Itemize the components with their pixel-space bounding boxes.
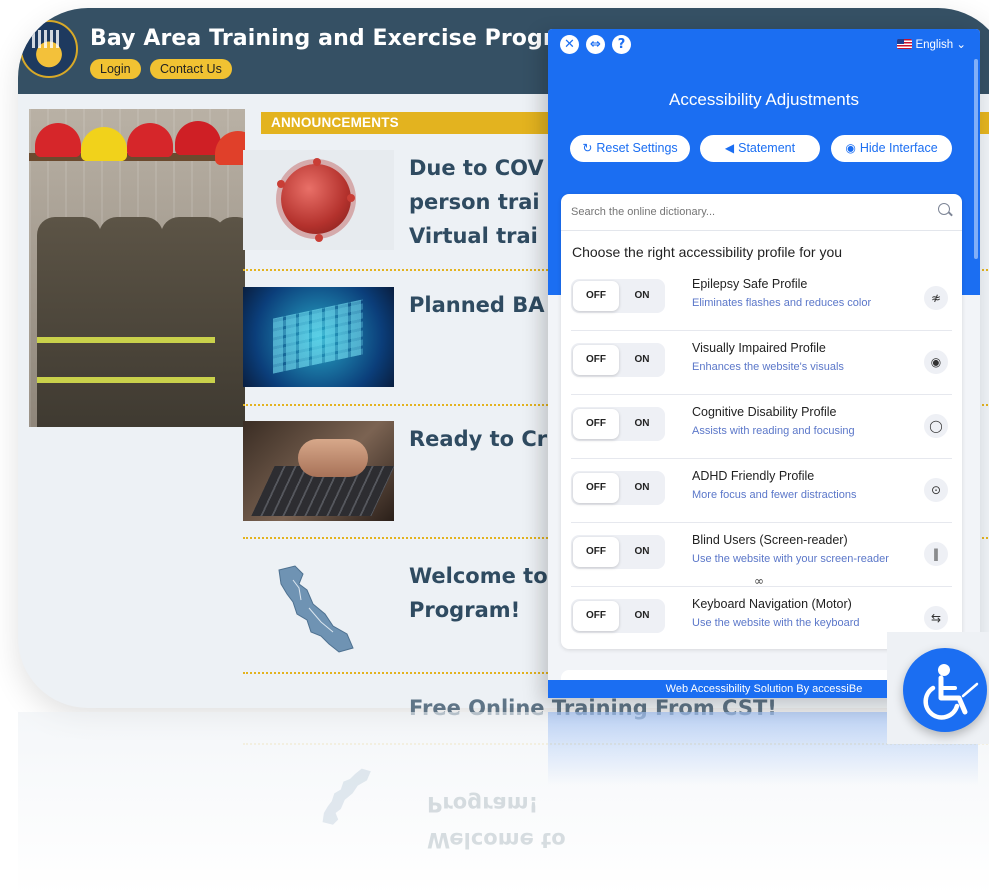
on-option[interactable]: ON xyxy=(619,537,665,567)
statement-button[interactable]: ◀ Statement xyxy=(700,135,820,162)
announcement-title[interactable]: Planned BA xyxy=(409,287,545,323)
move-panel-icon[interactable]: ⇔ xyxy=(586,35,605,54)
on-option[interactable]: ON xyxy=(619,473,665,503)
data-visual-image xyxy=(243,287,394,387)
profile-toggle[interactable]: OFF ON xyxy=(571,535,665,569)
link-icon: ∞ xyxy=(754,574,764,588)
profile-row-epilepsy: OFF ON Epilepsy Safe Profile Eliminates f… xyxy=(571,267,952,331)
contact-us-button[interactable]: Contact Us xyxy=(150,59,232,79)
off-option[interactable]: OFF xyxy=(573,409,619,439)
language-label: English xyxy=(915,39,954,51)
dictionary-search xyxy=(561,194,962,231)
profile-name: Keyboard Navigation (Motor) xyxy=(692,597,852,611)
site-title: Bay Area Training and Exercise Program xyxy=(90,26,592,51)
circle-icon: ◯ xyxy=(924,414,948,438)
on-option[interactable]: ON xyxy=(619,281,665,311)
page: Bay Area Training and Exercise Program L… xyxy=(0,0,989,896)
arrows-icon: ⇆ xyxy=(924,606,948,630)
profiles-heading: Choose the right accessibility profile f… xyxy=(572,244,843,260)
announcement-title[interactable]: Program! xyxy=(409,592,520,628)
profile-name: Visually Impaired Profile xyxy=(692,341,826,355)
off-option[interactable]: OFF xyxy=(573,537,619,567)
reset-label: Reset Settings xyxy=(596,141,678,155)
bay-area-map-image xyxy=(243,556,394,656)
profile-row-adhd: OFF ON ADHD Friendly Profile More focus a… xyxy=(571,459,952,523)
profile-name: Cognitive Disability Profile xyxy=(692,405,837,419)
refresh-icon: ↻ xyxy=(582,141,593,155)
profile-name: ADHD Friendly Profile xyxy=(692,469,815,483)
scrollbar[interactable] xyxy=(974,59,978,259)
announcement-title[interactable]: Welcome to xyxy=(409,558,548,594)
focus-icon: ⊙ xyxy=(924,478,948,502)
panel-title: Accessibility Adjustments xyxy=(669,90,859,109)
profile-row-blind-users: OFF ON Blind Users (Screen-reader) Use th… xyxy=(571,523,952,587)
off-option[interactable]: OFF xyxy=(573,345,619,375)
announcement-title[interactable]: Ready to Cr xyxy=(409,421,547,457)
on-option[interactable]: ON xyxy=(619,409,665,439)
announcement-title[interactable]: Virtual trai xyxy=(409,218,538,254)
firefighter-gear-image xyxy=(29,109,245,427)
announcements-title: ANNOUNCEMENTS xyxy=(271,115,399,130)
site-logo[interactable] xyxy=(20,20,78,78)
profile-toggle[interactable]: OFF ON xyxy=(571,279,665,313)
close-icon[interactable]: ✕ xyxy=(560,35,579,54)
profile-row-cognitive: OFF ON Cognitive Disability Profile Assis… xyxy=(571,395,952,459)
on-option[interactable]: ON xyxy=(619,345,665,375)
profile-description: Use the website with your screen-reader xyxy=(692,553,889,565)
eye-icon: ◉ xyxy=(845,141,856,155)
page-reflection: Program! Welcome to xyxy=(18,712,989,896)
megaphone-icon: ◀ xyxy=(724,141,735,155)
profile-toggle[interactable]: OFF ON xyxy=(571,599,665,633)
off-option[interactable]: OFF xyxy=(573,601,619,631)
search-icon[interactable] xyxy=(938,203,950,215)
reset-settings-button[interactable]: ↻ Reset Settings xyxy=(570,135,690,162)
coronavirus-image xyxy=(243,150,394,250)
language-selector[interactable]: English ⌄ xyxy=(897,37,966,51)
accessibility-panel: ✕ ⇔ ? English ⌄ Accessibility Adjustment… xyxy=(548,29,980,698)
profile-toggle[interactable]: OFF ON xyxy=(571,407,665,441)
off-option[interactable]: OFF xyxy=(573,473,619,503)
accessibility-widget-button[interactable] xyxy=(903,648,987,732)
profile-description: Use the website with the keyboard xyxy=(692,617,860,629)
profile-description: Enhances the website's visuals xyxy=(692,361,844,373)
statement-label: Statement xyxy=(738,141,796,155)
profile-toggle[interactable]: OFF ON xyxy=(571,343,665,377)
laptop-typing-image xyxy=(243,421,394,521)
announcement-title[interactable]: Due to COV xyxy=(409,150,544,186)
no-flash-icon: ≉ xyxy=(924,286,948,310)
wheelchair-icon xyxy=(923,664,979,720)
us-flag-icon xyxy=(897,39,913,49)
profile-name: Blind Users (Screen-reader) xyxy=(692,533,848,547)
hide-label: Hide Interface xyxy=(859,141,938,155)
chevron-down-icon: ⌄ xyxy=(956,39,966,51)
eye-icon: ◉ xyxy=(924,350,948,374)
profiles-card: Choose the right accessibility profile f… xyxy=(561,194,962,649)
accessibility-widget-area xyxy=(887,632,989,744)
off-option[interactable]: OFF xyxy=(573,281,619,311)
profile-description: More focus and fewer distractions xyxy=(692,489,857,501)
profile-row-visually-impaired: OFF ON Visually Impaired Profile Enhances… xyxy=(571,331,952,395)
announcement-title[interactable]: person trai xyxy=(409,184,540,220)
hide-interface-button[interactable]: ◉ Hide Interface xyxy=(831,135,952,162)
audio-wave-icon: ‖ xyxy=(924,542,948,566)
profile-description: Assists with reading and focusing xyxy=(692,425,855,437)
help-icon[interactable]: ? xyxy=(612,35,631,54)
login-button[interactable]: Login xyxy=(90,59,141,79)
search-input[interactable] xyxy=(571,202,911,222)
profile-name: Epilepsy Safe Profile xyxy=(692,277,808,291)
profile-description: Eliminates flashes and reduces color xyxy=(692,297,872,309)
on-option[interactable]: ON xyxy=(619,601,665,631)
profile-toggle[interactable]: OFF ON xyxy=(571,471,665,505)
